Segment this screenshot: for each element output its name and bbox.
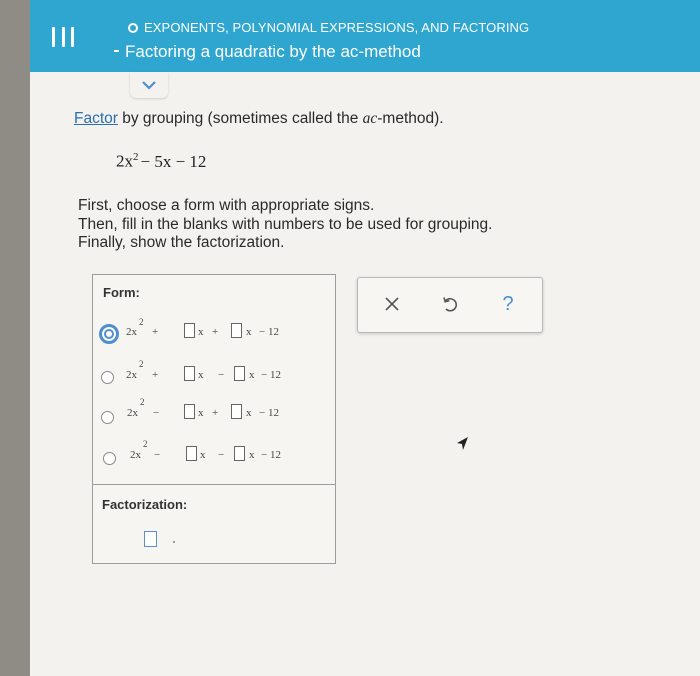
factorization-input[interactable] (144, 531, 157, 547)
form-exp-1: 2 (139, 317, 144, 327)
form-lead-3: 2x (127, 407, 138, 419)
form-option-4[interactable]: 2x 2 − x − x − 12 (93, 439, 335, 471)
step-3-text: Finally, show the factorization. (78, 234, 285, 251)
form-blank-b-4[interactable] (234, 446, 245, 461)
form-op1-3: − (153, 407, 160, 419)
expand-chevron-button[interactable] (130, 72, 168, 98)
form-var-a-4: x (200, 449, 206, 461)
form-var-a-1: x (198, 326, 204, 338)
form-var-b-3: x (246, 407, 252, 419)
form-op2-3: + (212, 407, 219, 419)
factorization-label: Factorization: (102, 497, 188, 512)
form-op2-2: − (218, 369, 225, 381)
form-option-1[interactable]: 2x 2 + x + x − 12 (93, 317, 335, 347)
decorative-dot (173, 541, 175, 543)
instructions-text-1: by grouping (sometimes called the (117, 110, 363, 127)
form-tail-3: − 12 (259, 407, 279, 419)
instructions: Factor by grouping (sometimes called the… (74, 110, 444, 128)
form-exp-4: 2 (143, 439, 148, 449)
mouse-cursor-icon (457, 437, 468, 450)
screen: EXPONENTS, POLYNOMIAL EXPRESSIONS, AND F… (30, 0, 700, 676)
panel-divider (93, 484, 335, 485)
form-radio-4[interactable] (103, 452, 116, 465)
factor-link[interactable]: Factor (74, 110, 118, 127)
undo-button[interactable] (436, 290, 464, 318)
form-option-3[interactable]: 2x 2 − x + x − 12 (93, 397, 335, 429)
form-blank-a-1[interactable] (184, 323, 195, 338)
form-var-b-4: x (249, 449, 255, 461)
form-radio-1[interactable] (99, 324, 119, 344)
lesson-title: Factoring a quadratic by the ac-method (125, 42, 421, 61)
form-lead-4: 2x (130, 449, 141, 461)
clear-button[interactable] (378, 290, 406, 318)
step-1-text: First, choose a form with appropriate si… (78, 197, 375, 214)
form-op1-4: − (154, 449, 161, 461)
topic-circle-icon (128, 22, 138, 33)
form-lead-2: 2x (126, 369, 137, 381)
topic-title: EXPONENTS, POLYNOMIAL EXPRESSIONS, AND F… (144, 20, 530, 35)
form-lead-1: 2x (126, 326, 137, 338)
form-label: Form: (103, 285, 140, 300)
ac-italic: ac (362, 110, 378, 127)
form-blank-a-3[interactable] (184, 404, 195, 419)
form-op1-1: + (152, 326, 159, 338)
help-button[interactable]: ? (494, 290, 522, 318)
form-radio-3[interactable] (101, 411, 114, 424)
menu-icon[interactable] (52, 27, 74, 47)
form-tail-1: − 12 (259, 326, 279, 338)
answer-panel: Form: 2x 2 + x + x − 12 2x 2 + x − x − 1… (92, 274, 336, 564)
form-blank-b-1[interactable] (231, 323, 242, 338)
expression-rest: − 5x − 12 (140, 151, 207, 171)
form-tail-4: − 12 (261, 449, 281, 461)
form-op2-1: + (212, 326, 219, 338)
form-var-b-1: x (246, 326, 252, 338)
form-op1-2: + (152, 369, 159, 381)
form-option-2[interactable]: 2x 2 + x − x − 12 (93, 359, 335, 391)
quadratic-expression: 2x2− 5x − 12 (116, 151, 206, 172)
form-blank-a-2[interactable] (184, 366, 195, 381)
form-exp-2: 2 (139, 359, 144, 369)
form-blank-a-4[interactable] (186, 446, 197, 461)
form-blank-b-3[interactable] (231, 404, 242, 419)
lesson-dash-icon (114, 50, 119, 52)
form-tail-2: − 12 (261, 369, 281, 381)
tools-panel: ? (357, 277, 543, 333)
step-2-text: Then, fill in the blanks with numbers to… (78, 216, 493, 233)
form-blank-b-2[interactable] (234, 366, 245, 381)
help-icon: ? (502, 292, 514, 315)
form-radio-2[interactable] (101, 371, 114, 384)
form-var-a-3: x (198, 407, 204, 419)
form-var-a-2: x (198, 369, 204, 381)
form-exp-3: 2 (140, 397, 145, 407)
undo-icon (443, 297, 458, 312)
expression-lead: 2x (116, 151, 133, 171)
x-icon (385, 297, 399, 311)
chevron-down-icon (142, 81, 156, 90)
header-bar: EXPONENTS, POLYNOMIAL EXPRESSIONS, AND F… (30, 0, 700, 72)
form-var-b-2: x (249, 369, 255, 381)
form-op2-4: − (218, 449, 225, 461)
topic-row: EXPONENTS, POLYNOMIAL EXPRESSIONS, AND F… (128, 20, 529, 35)
expression-exponent: 2 (133, 151, 139, 163)
instructions-text-2: -method). (377, 110, 444, 127)
